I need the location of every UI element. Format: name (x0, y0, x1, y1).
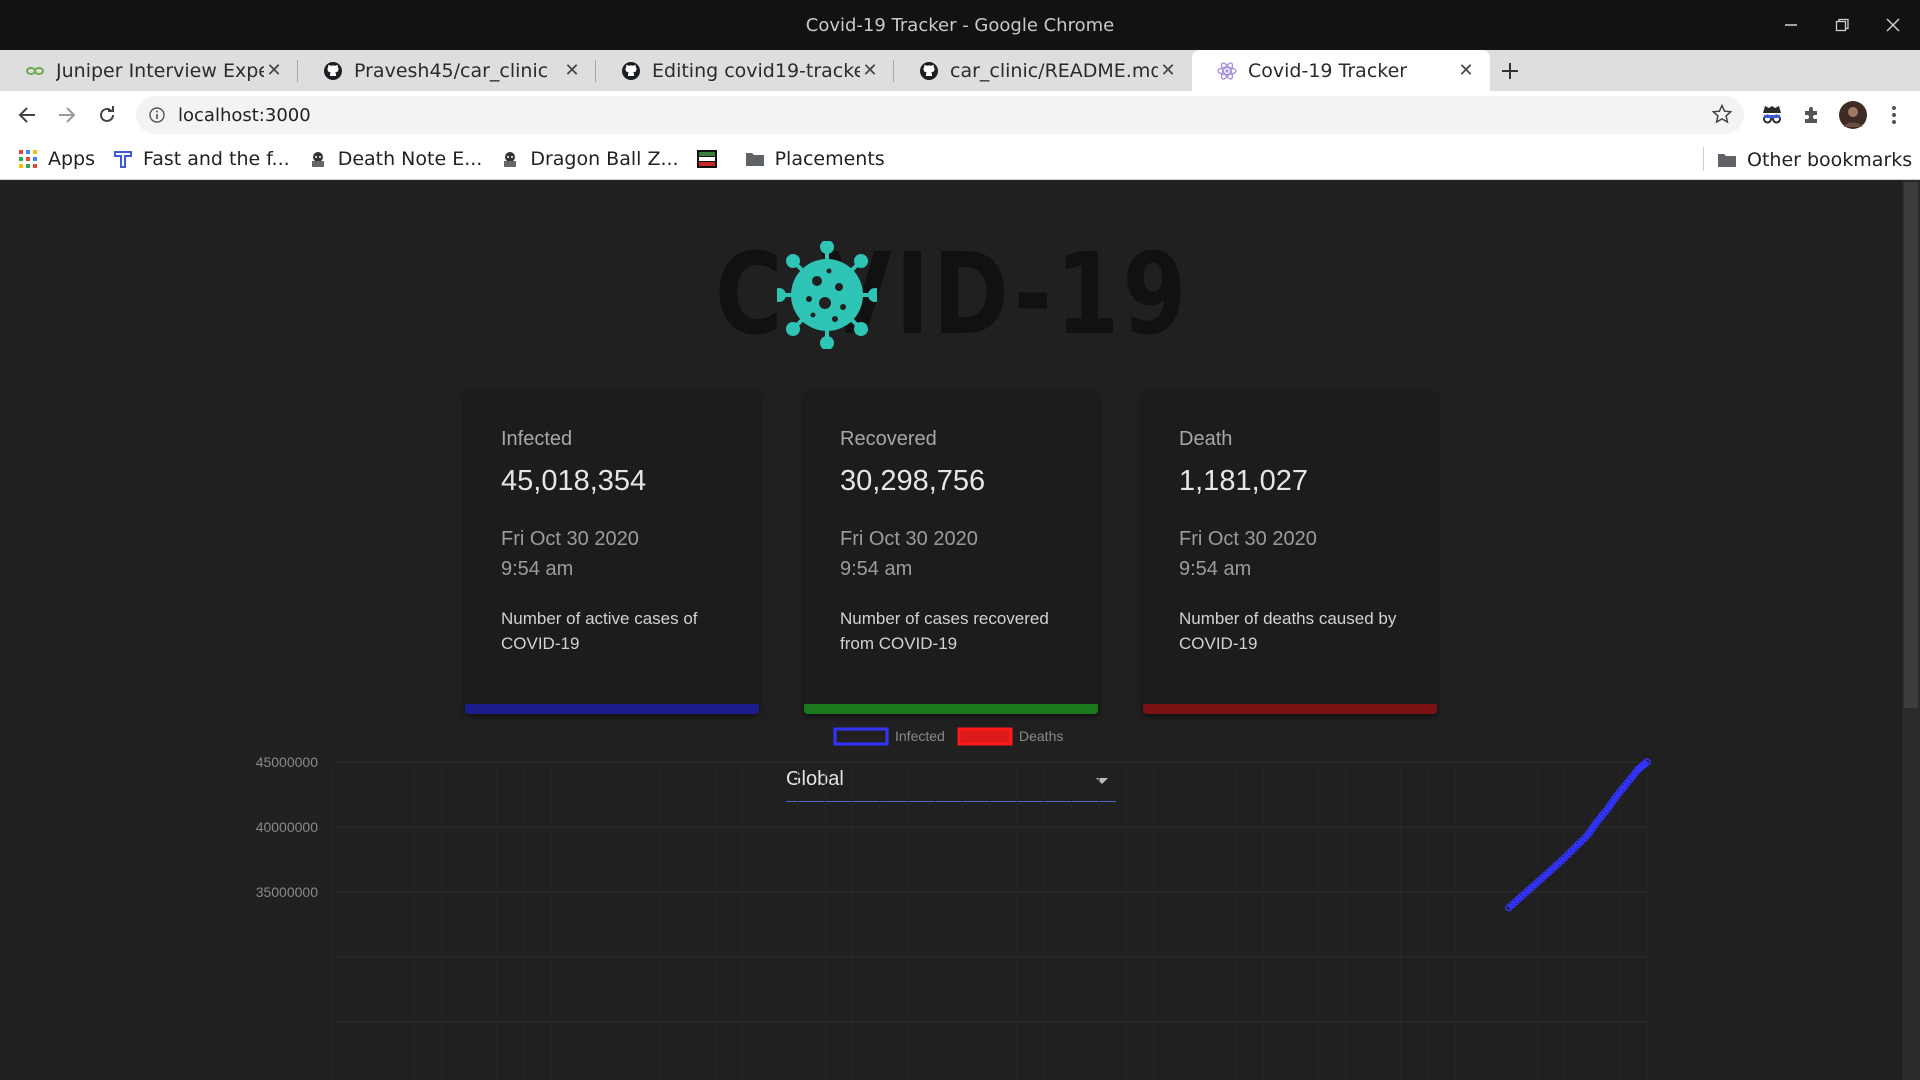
github-icon (620, 60, 642, 82)
minimize-icon[interactable] (1764, 0, 1818, 50)
avatar[interactable] (1833, 95, 1873, 135)
tab-covid-tracker[interactable]: Covid-19 Tracker ✕ (1192, 50, 1490, 91)
address-bar[interactable]: localhost:3000 (136, 96, 1744, 134)
tab-close-icon[interactable]: ✕ (264, 60, 284, 81)
tab-label: car_clinic/README.md at (950, 59, 1158, 82)
forward-icon[interactable] (47, 95, 87, 135)
flag-icon (696, 149, 717, 169)
y-tick-label: 40000000 (256, 819, 319, 835)
tab-strip: Juniper Interview Experie ✕ Pravesh45/ca… (0, 50, 1920, 91)
bookmark-apps[interactable]: Apps (18, 148, 95, 170)
window-title: Covid-19 Tracker - Google Chrome (805, 14, 1115, 36)
legend-swatch[interactable] (833, 727, 889, 746)
tab-label: Juniper Interview Experie (56, 59, 264, 82)
github-icon (918, 60, 940, 82)
site-icon (113, 149, 133, 169)
y-tick-label: 35000000 (256, 884, 319, 900)
restore-icon[interactable] (1815, 0, 1869, 50)
folder-icon (745, 149, 765, 169)
site-icon (500, 149, 520, 169)
url-text: localhost:3000 (178, 104, 311, 126)
folder-icon (1717, 150, 1737, 170)
legend-label[interactable]: Deaths (1019, 728, 1063, 744)
new-tab-button[interactable] (1490, 50, 1530, 91)
bookmark-other[interactable]: Other bookmarks (1717, 149, 1912, 171)
tab-close-icon[interactable]: ✕ (1158, 60, 1178, 81)
tab-readme[interactable]: car_clinic/README.md at ✕ (894, 50, 1192, 91)
bookmark-fast-and-furious[interactable]: Fast and the f... (113, 148, 290, 170)
bookmarks-divider (1703, 147, 1704, 171)
close-window-icon[interactable] (1866, 0, 1920, 50)
tab-close-icon[interactable]: ✕ (562, 60, 582, 81)
tab-close-icon[interactable]: ✕ (860, 60, 880, 81)
scrollbar-thumb[interactable] (1904, 182, 1918, 708)
bookmark-label: Placements (774, 148, 885, 170)
back-icon[interactable] (7, 95, 47, 135)
plus-icon (1502, 62, 1518, 79)
apps-grid-icon (18, 149, 38, 169)
bookmark-label: Death Note E... (337, 148, 483, 170)
extensions-puzzle-icon[interactable] (1792, 95, 1832, 135)
tab-label: Editing covid19-tracker/R (652, 59, 860, 82)
bookmark-label: Apps (48, 148, 96, 170)
more-menu-icon[interactable] (1874, 95, 1914, 135)
legend-label[interactable]: Infected (895, 728, 945, 744)
github-icon (322, 60, 344, 82)
tab-close-icon[interactable]: ✕ (1456, 60, 1476, 81)
tab-juniper[interactable]: Juniper Interview Experie ✕ (0, 50, 298, 91)
page-scrollbar[interactable] (1902, 180, 1920, 1080)
page-content: C VID-19 Infected 45,018,354 Fri Oct 30 … (0, 180, 1902, 1080)
bookmark-label: Other bookmarks (1747, 149, 1913, 171)
tab-editing-covid19[interactable]: Editing covid19-tracker/R ✕ (596, 50, 894, 91)
y-tick-label: 45000000 (256, 754, 319, 770)
bookmark-label: Dragon Ball Z... (530, 148, 679, 170)
bookmark-flag[interactable] (696, 149, 727, 169)
tab-label: Pravesh45/car_clinic (354, 59, 549, 82)
browser-toolbar: localhost:3000 (0, 91, 1920, 139)
bookmark-star-icon[interactable] (1711, 103, 1733, 129)
bookmark-dragon-ball[interactable]: Dragon Ball Z... (500, 148, 679, 170)
window-title-bar: Covid-19 Tracker - Google Chrome (0, 0, 1920, 50)
bookmark-label: Fast and the f... (143, 148, 290, 170)
site-icon (308, 149, 328, 169)
bookmark-death-note[interactable]: Death Note E... (308, 148, 483, 170)
incognito-extension-icon[interactable] (1752, 95, 1792, 135)
juniper-icon (24, 60, 46, 82)
tab-car-clinic[interactable]: Pravesh45/car_clinic ✕ (298, 50, 596, 91)
react-icon (1216, 60, 1238, 82)
info-icon[interactable] (136, 107, 178, 123)
legend-swatch[interactable] (957, 727, 1013, 746)
reload-icon[interactable] (87, 95, 127, 135)
tab-label: Covid-19 Tracker (1248, 59, 1408, 82)
bookmark-placements[interactable]: Placements (745, 148, 885, 170)
cases-line-chart: 45000000 40000000 35000000 Infected Deaths (256, 727, 1651, 1080)
bookmarks-bar: Apps Fast and the f... Death Note E... D… (0, 139, 1920, 180)
